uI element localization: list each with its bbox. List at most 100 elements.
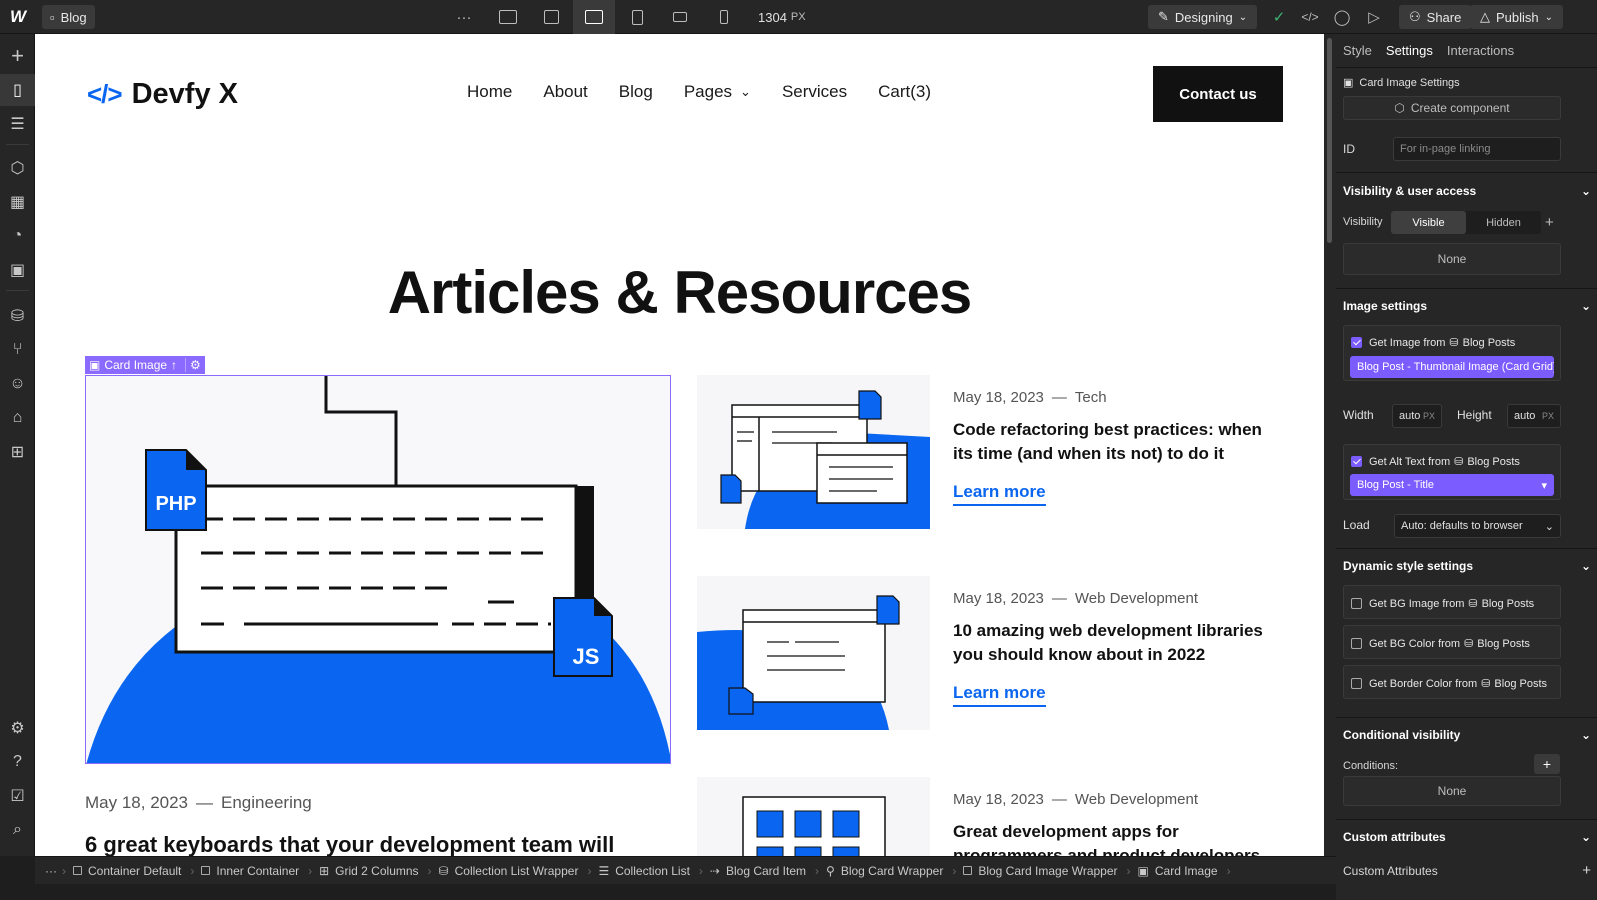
post-title-1[interactable]: Code refactoring best practices: when it…: [953, 418, 1262, 466]
card-image-featured[interactable]: PHP JS: [85, 375, 671, 764]
nav-about[interactable]: About: [543, 82, 587, 102]
id-input[interactable]: For in-page linking: [1393, 137, 1561, 161]
page-icon: ▫: [50, 9, 55, 25]
page-selector[interactable]: ▫ Blog: [42, 5, 95, 29]
breadcrumb-card-image[interactable]: ▣ Card Image: [1128, 864, 1231, 878]
logic-icon[interactable]: ⑂: [0, 334, 35, 366]
hidden-option[interactable]: Hidden: [1466, 211, 1541, 234]
more-options-icon[interactable]: ···: [447, 0, 481, 34]
post-title-3[interactable]: Great development apps for programmers a…: [953, 820, 1260, 856]
canvas-width-readout[interactable]: 1304 PX: [758, 0, 806, 34]
breadcrumb-blog-card-image-wrapper[interactable]: Blog Card Image Wrapper: [953, 864, 1131, 878]
image-binding-select[interactable]: Blog Post - Thumbnail Image (Card Grid): [1350, 356, 1554, 378]
ecommerce-icon[interactable]: ⌂: [0, 402, 35, 434]
post-thumb-3[interactable]: [697, 777, 930, 856]
canvas-scrollbar[interactable]: [1324, 34, 1336, 856]
webflow-logo-icon[interactable]: W: [6, 6, 30, 28]
settings-gear-icon[interactable]: ⚙: [185, 358, 201, 372]
breadcrumb-collection-list-wrapper[interactable]: ⛁ Collection List Wrapper: [429, 864, 592, 878]
apps-icon[interactable]: ⊞: [0, 436, 35, 468]
variables-icon[interactable]: ▦: [0, 186, 35, 218]
nav-home[interactable]: Home: [467, 82, 512, 102]
add-panel-icon[interactable]: +: [0, 40, 35, 72]
users-icon[interactable]: ☺: [0, 368, 35, 400]
visibility-toggle: Visible Hidden: [1391, 211, 1541, 234]
nav-blog[interactable]: Blog: [619, 82, 653, 102]
image-settings-header[interactable]: Image settings ⌄: [1343, 299, 1591, 313]
post-thumb-1[interactable]: [697, 375, 930, 529]
mode-dropdown[interactable]: ✎ Designing ⌄: [1148, 5, 1258, 29]
breadcrumb-blog-card-item[interactable]: ⇢ Blog Card Item: [700, 864, 819, 878]
load-select[interactable]: Auto: defaults to browser ⌄: [1394, 514, 1561, 538]
style-selectors-icon[interactable]: ◔: [0, 220, 35, 252]
component-icon: ⬡: [1394, 101, 1405, 115]
dynamic-style-header[interactable]: Dynamic style settings ⌄: [1343, 559, 1591, 573]
navigator-icon[interactable]: ☰: [0, 108, 35, 140]
grid-icon: ⊞: [319, 863, 330, 878]
conditional-visibility-header[interactable]: Conditional visibility ⌄: [1343, 728, 1591, 742]
pages-icon[interactable]: ▯: [0, 74, 35, 106]
breakpoint-desktop-large-icon[interactable]: [491, 0, 525, 34]
bg-image-checkbox[interactable]: Get BG Image from ⛁ Blog Posts: [1351, 597, 1534, 610]
breakpoint-landscape-icon[interactable]: [663, 0, 697, 34]
breakpoint-tablet-icon[interactable]: [620, 0, 654, 34]
post-thumb-2[interactable]: [697, 576, 930, 730]
code-icon[interactable]: </>: [1293, 0, 1327, 34]
share-button[interactable]: ⚇ Share: [1399, 5, 1472, 29]
post-title-2[interactable]: 10 amazing web development libraries you…: [953, 619, 1263, 667]
visibility-none[interactable]: None: [1343, 243, 1561, 275]
bg-color-checkbox[interactable]: Get BG Color from ⛁ Blog Posts: [1351, 637, 1530, 650]
check-circle-icon[interactable]: ✓: [1262, 0, 1296, 34]
site-logo[interactable]: </> Devfy X: [87, 78, 238, 111]
featured-title[interactable]: 6 great keyboards that your development …: [85, 831, 614, 856]
custom-attributes-header[interactable]: Custom attributes ⌄: [1343, 830, 1591, 844]
learn-more-link-1[interactable]: Learn more: [953, 482, 1046, 506]
contact-button[interactable]: Contact us: [1153, 66, 1283, 122]
create-component-button[interactable]: ⬡ Create component: [1343, 96, 1561, 120]
breadcrumb-inner-container[interactable]: Inner Container: [191, 864, 312, 878]
nav-pages[interactable]: Pages ⌄: [684, 82, 751, 102]
width-input[interactable]: auto PX: [1392, 404, 1442, 428]
height-input[interactable]: auto PX: [1507, 404, 1561, 428]
arrow-up-icon: ↑: [171, 358, 178, 372]
visibility-section-header[interactable]: Visibility & user access ⌄: [1343, 184, 1591, 198]
breakpoint-base-icon[interactable]: [573, 0, 615, 34]
get-alt-checkbox[interactable]: Get Alt Text from ⛁ Blog Posts: [1351, 455, 1520, 468]
selection-label[interactable]: ▣ Card Image ↑ ⚙: [85, 356, 205, 374]
nav-cart[interactable]: Cart(3): [878, 82, 931, 102]
preview-play-icon[interactable]: ▷: [1357, 0, 1391, 34]
nav-services[interactable]: Services: [782, 82, 847, 102]
search-icon[interactable]: ⌕: [0, 814, 35, 846]
breadcrumb-overflow[interactable]: ···: [35, 864, 66, 878]
components-icon[interactable]: ⬡: [0, 152, 35, 184]
conditions-none[interactable]: None: [1343, 776, 1561, 806]
breadcrumb-collection-list[interactable]: ☰ Collection List: [588, 864, 703, 878]
breakpoint-phone-icon[interactable]: [707, 0, 741, 34]
assets-icon[interactable]: ▣: [0, 254, 35, 286]
rocket-icon: △: [1480, 9, 1490, 24]
comment-icon[interactable]: ◯: [1325, 0, 1359, 34]
help-icon[interactable]: ?: [0, 746, 35, 778]
add-icon[interactable]: +: [1545, 214, 1554, 231]
publish-button[interactable]: △ Publish ⌄: [1470, 5, 1564, 29]
design-canvas[interactable]: </> Devfy X Home About Blog Pages ⌄ Servi…: [35, 34, 1324, 856]
custom-attributes-row: Custom Attributes +: [1343, 862, 1591, 879]
add-condition-button[interactable]: +: [1534, 754, 1560, 774]
breakpoint-desktop-icon[interactable]: [534, 0, 568, 34]
tab-style[interactable]: Style: [1336, 43, 1379, 58]
get-image-checkbox[interactable]: Get Image from ⛁ Blog Posts: [1351, 336, 1515, 349]
breadcrumb-container-default[interactable]: Container Default: [63, 864, 195, 878]
settings-gear-icon[interactable]: ⚙: [0, 712, 35, 744]
chevron-down-icon: ⌄: [1580, 184, 1591, 198]
tab-settings[interactable]: Settings: [1379, 43, 1440, 58]
border-color-checkbox[interactable]: Get Border Color from ⛁ Blog Posts: [1351, 677, 1547, 690]
add-icon[interactable]: +: [1582, 862, 1591, 879]
audit-check-icon[interactable]: ☑: [0, 780, 35, 812]
breadcrumb-grid[interactable]: ⊞ Grid 2 Columns: [309, 863, 432, 878]
breadcrumb-blog-card-wrapper[interactable]: ⚲ Blog Card Wrapper: [816, 864, 957, 878]
tab-interactions[interactable]: Interactions: [1440, 43, 1521, 58]
alt-binding-select[interactable]: Blog Post - Title ▾: [1350, 474, 1554, 496]
cms-icon[interactable]: ⛁: [0, 300, 35, 332]
visible-option[interactable]: Visible: [1391, 211, 1466, 234]
learn-more-link-2[interactable]: Learn more: [953, 683, 1046, 707]
